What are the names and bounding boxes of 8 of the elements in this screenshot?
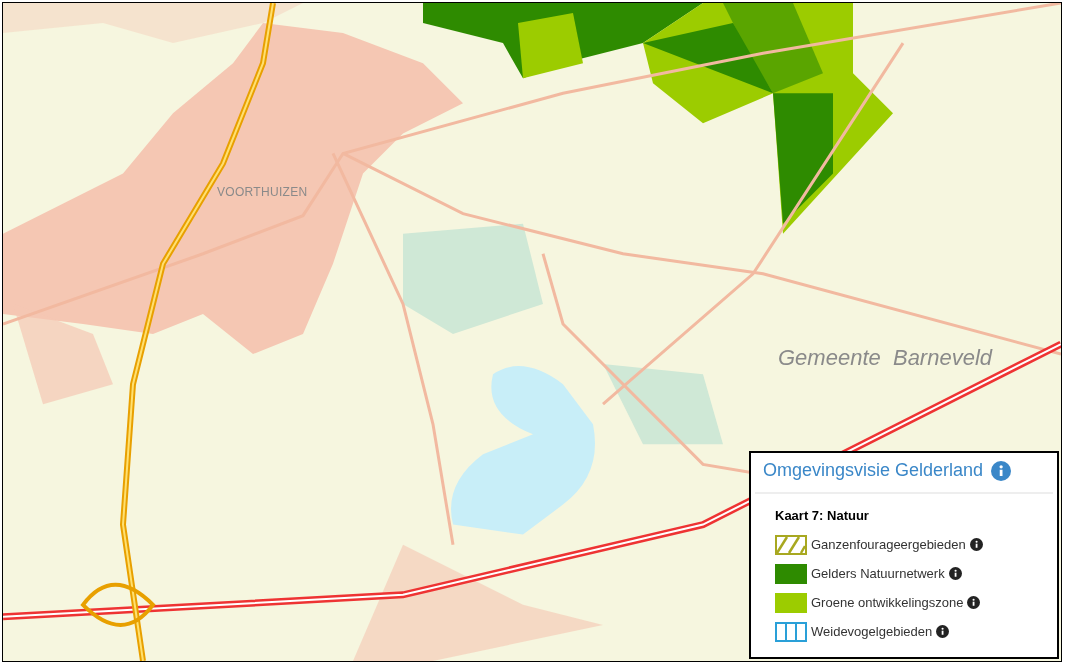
legend-label: Weidevogelgebieden [811, 622, 933, 641]
legend-title: Omgevingsvisie Gelderland [763, 459, 984, 482]
legend-label: Groene ontwikkelingszone [811, 593, 964, 612]
place-label: VOORTHUIZEN [217, 184, 308, 201]
place-label: Gemeente Barneveld [778, 344, 993, 372]
legend-label: Gelders Natuurnetwerk [811, 564, 945, 583]
legend-subtitle: Kaart 7: Natuur [775, 507, 870, 525]
legend-label: Ganzenfourageergebieden [811, 535, 966, 554]
